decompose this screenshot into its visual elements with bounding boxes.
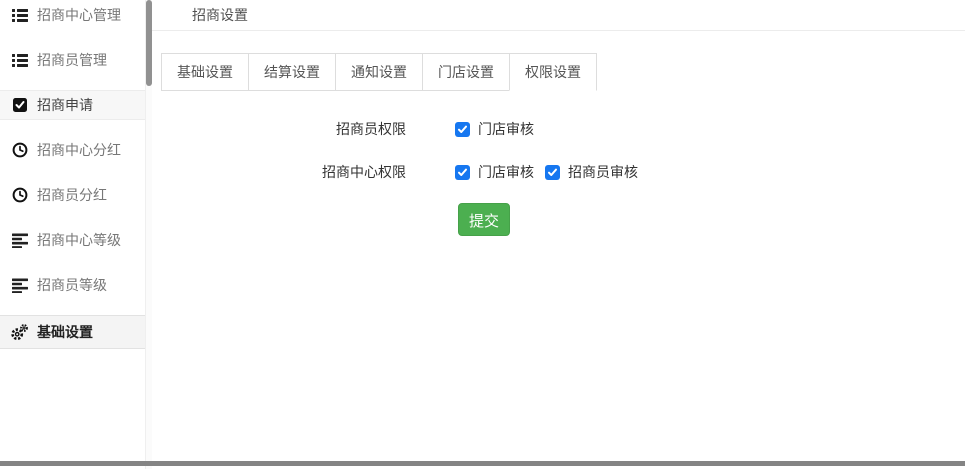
form-row-center-permission: 招商中心权限 门店审核 招商员审核	[152, 160, 965, 184]
align-left-icon	[11, 232, 28, 249]
sidebar-item-label: 招商申请	[37, 95, 93, 115]
tab-basic-settings[interactable]: 基础设置	[161, 53, 249, 91]
app-window: 招商中心管理 招商员管理 招商申请	[0, 0, 965, 469]
check-square-icon	[11, 97, 28, 114]
checkbox-label: 招商员审核	[568, 162, 638, 182]
sidebar-item-staff-dividend[interactable]: 招商员分红	[0, 180, 145, 210]
settings-tabs: 基础设置 结算设置 通知设置 门店设置 权限设置	[161, 53, 965, 91]
checkbox-group-store-audit: 门店审核	[455, 162, 534, 182]
tab-store-settings[interactable]: 门店设置	[422, 53, 510, 91]
checkbox-staff-audit[interactable]	[545, 165, 560, 180]
horizontal-scrollbar[interactable]	[0, 461, 965, 466]
page-header: 招商设置	[152, 0, 965, 31]
list-icon	[11, 7, 28, 24]
sidebar: 招商中心管理 招商员管理 招商申请	[0, 0, 145, 469]
sidebar-item-label: 招商中心分红	[37, 140, 121, 160]
submit-row: 提交	[152, 203, 965, 236]
check-icon	[547, 167, 558, 178]
checkbox-label: 门店审核	[478, 162, 534, 182]
checkbox-label: 门店审核	[478, 119, 534, 139]
sidebar-item-label: 招商员管理	[37, 50, 107, 70]
tab-permission-settings[interactable]: 权限设置	[509, 53, 597, 91]
checkbox-group-store-audit: 门店审核	[455, 119, 534, 139]
sidebar-item-label: 招商中心等级	[37, 230, 121, 250]
check-icon	[457, 167, 468, 178]
checkbox-group-staff-audit: 招商员审核	[545, 162, 638, 182]
sidebar-item-staff-level[interactable]: 招商员等级	[0, 270, 145, 300]
tab-settlement-settings[interactable]: 结算设置	[248, 53, 336, 91]
permission-form: 招商员权限 门店审核 招商中心权限	[152, 117, 965, 236]
clock-icon	[11, 187, 28, 204]
cogs-icon	[11, 324, 28, 341]
sidebar-item-center-level[interactable]: 招商中心等级	[0, 225, 145, 255]
clock-icon	[11, 142, 28, 159]
sidebar-item-merchant-staff-mgmt[interactable]: 招商员管理	[0, 45, 145, 75]
tab-notify-settings[interactable]: 通知设置	[335, 53, 423, 91]
sidebar-item-basic-settings[interactable]: 基础设置	[0, 315, 145, 349]
submit-button[interactable]: 提交	[458, 203, 510, 236]
list-icon	[11, 52, 28, 69]
sidebar-item-merchant-center-mgmt[interactable]: 招商中心管理	[0, 0, 145, 30]
sidebar-item-label: 招商员分红	[37, 185, 107, 205]
checkbox-store-audit[interactable]	[455, 122, 470, 137]
sidebar-item-label: 招商员等级	[37, 275, 107, 295]
sidebar-item-center-dividend[interactable]: 招商中心分红	[0, 135, 145, 165]
form-row-staff-permission: 招商员权限 门店审核	[152, 117, 965, 141]
form-label: 招商中心权限	[152, 162, 430, 182]
page-title: 招商设置	[192, 5, 248, 25]
main-content: 招商设置 基础设置 结算设置 通知设置 门店设置 权限设置 招商员权限 门店审核	[152, 0, 965, 469]
check-icon	[457, 124, 468, 135]
sidebar-item-merchant-apply[interactable]: 招商申请	[0, 90, 145, 120]
sidebar-item-label: 招商中心管理	[37, 5, 121, 25]
sidebar-scrollbar-track[interactable]	[145, 0, 152, 469]
checkbox-store-audit[interactable]	[455, 165, 470, 180]
form-label: 招商员权限	[152, 119, 430, 139]
sidebar-item-label: 基础设置	[37, 322, 93, 342]
sidebar-scrollbar-thumb[interactable]	[146, 0, 152, 86]
align-left-icon	[11, 277, 28, 294]
